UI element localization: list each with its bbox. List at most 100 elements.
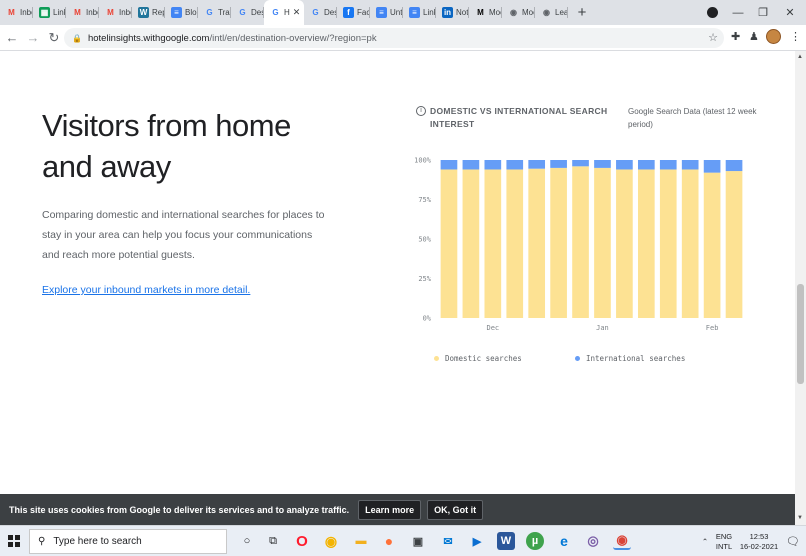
new-tab-icon[interactable]: + [571,4,593,21]
chart-title: DOMESTIC VS INTERNATIONAL SEARCH INTERES… [430,106,608,129]
browser-tab[interactable]: ≡Blog [165,0,198,25]
y-tick-label: 0% [423,315,432,323]
gmail-icon: M [8,8,15,17]
extension-icon[interactable]: ♟ [749,30,759,43]
tab-title: Moc [522,8,535,17]
learn-more-button[interactable]: Learn more [358,499,422,520]
tab-title: Noti [456,8,469,17]
edge-icon[interactable]: e [555,532,573,550]
store-icon[interactable]: ▣ [409,532,427,550]
task-view-icon[interactable]: ⧉ [264,532,282,550]
url-path: /intl/en/destination-overview/?region=pk [209,32,377,44]
bar-international [528,160,546,169]
browser-tab[interactable]: M Inbo [66,0,99,25]
back-arrow-icon[interactable]: ← [3,29,21,47]
word-icon[interactable]: W [497,532,515,550]
utorrent-icon[interactable]: µ [526,532,544,550]
browser-tab[interactable]: M Inbo [0,0,33,25]
reload-icon[interactable]: ↻ [45,29,63,47]
legend-domestic-swatch [434,356,439,361]
docs-icon: ≡ [171,7,182,18]
bar-domestic [616,169,633,318]
clock-date: 16-02-2021 [739,541,779,551]
browser-tab[interactable]: ◉ Lead [535,0,568,25]
browser-tab[interactable]: ◉ Moc [502,0,535,25]
inbound-markets-link[interactable]: Explore your inbound markets in more det… [42,284,250,296]
menu-kebab-icon[interactable]: ⋮ [790,30,801,43]
chrome-active-taskbar-icon[interactable]: ◉ [613,532,631,550]
linkedin-icon: in [442,7,453,18]
file-explorer-icon[interactable]: ▬ [352,532,370,550]
keyboard-layout: INTL [715,541,733,551]
browser-tab[interactable]: G Dest [304,0,337,25]
chrome-taskbar-icon[interactable]: ◉ [322,532,340,550]
x-tick-label: Feb [706,324,719,332]
browser-tab[interactable]: in Noti [436,0,469,25]
bar-domestic [703,172,721,318]
browser-tab[interactable]: G Trav [198,0,231,25]
windows-start-icon[interactable] [8,535,20,547]
clock[interactable]: 12:53 16-02-2021 [737,526,781,556]
minimize-icon[interactable]: — [727,0,749,25]
bar-international [550,160,567,168]
browser-tab[interactable]: G H ✕ [264,0,304,25]
legend-international-swatch [575,356,580,361]
scroll-up-icon[interactable]: ▲ [797,54,803,60]
notifications-icon[interactable]: 🗨 [786,526,800,556]
search-icon: ⚲ [38,536,46,547]
bar-international [506,160,524,170]
bar-domestic [572,166,589,318]
y-tick-label: 75% [418,196,431,204]
bookmark-star-icon[interactable]: ☆ [708,31,718,44]
browser-tab[interactable]: fFace [337,0,370,25]
info-icon[interactable]: i [416,106,426,116]
bar-international [637,160,655,170]
tab-title: Unti [390,8,403,17]
forward-arrow-icon[interactable]: → [24,29,42,47]
tab-title: Link [53,8,66,17]
browser-tab[interactable]: M Inbo [99,0,132,25]
close-window-icon[interactable]: ✕ [778,0,802,25]
bar-international [659,160,677,170]
tray-chevron-up-icon[interactable]: ⌃ [699,526,711,556]
lang-code: ENG [715,531,733,541]
bar-international [594,160,611,168]
bar-domestic [440,169,458,318]
opera-icon[interactable]: O [293,532,311,550]
wordpress-icon: W [138,7,149,18]
firefox-icon[interactable]: ● [380,532,398,550]
tab-title: Inbo [20,8,33,17]
y-tick-label: 100% [414,157,432,165]
media-player-icon[interactable]: ▶ [468,532,486,550]
tab-title: Face [357,8,370,17]
ok-got-it-button[interactable]: OK, Got it [427,499,484,520]
cortana-icon[interactable]: ○ [238,532,256,550]
address-bar[interactable]: 🔒 hotelinsights.withgoogle.com/intl/en/d… [64,28,724,48]
browser-tab[interactable]: WRepo [132,0,165,25]
globe-icon: ◉ [543,8,550,17]
browser-tab[interactable]: ▦ Link [33,0,66,25]
tab-title: Moc [489,8,502,17]
page-scrollbar[interactable]: ▲ ▼ [795,51,806,525]
profile-indicator-icon[interactable] [707,7,718,18]
taskbar-search-box[interactable]: ⚲ Type here to search [29,529,227,554]
browser-tab[interactable]: ≡ Link [403,0,436,25]
tab-title: Dest [251,8,264,17]
mail-icon[interactable]: ✉ [439,532,457,550]
y-tick-label: 25% [418,275,431,283]
globe-icon: ◉ [510,8,517,17]
page-content: Visitors from home and away Comparing do… [0,51,795,494]
scroll-down-icon[interactable]: ▼ [797,515,803,521]
extensions-puzzle-icon[interactable]: ✚ [731,30,740,43]
close-tab-icon[interactable]: ✕ [293,7,301,18]
scroll-thumb[interactable] [797,284,804,384]
tor-browser-icon[interactable]: ◎ [584,532,602,550]
legend-domestic-label: Domestic searches [445,354,522,363]
language-indicator[interactable]: ENG INTL [713,526,735,556]
browser-tab[interactable]: G Dest [231,0,264,25]
maximize-icon[interactable]: ❐ [752,0,774,25]
browser-tab[interactable]: ≡ Unti [370,0,403,25]
avatar[interactable] [766,29,781,44]
bar-international [681,160,699,170]
browser-tab[interactable]: M Moc [469,0,502,25]
